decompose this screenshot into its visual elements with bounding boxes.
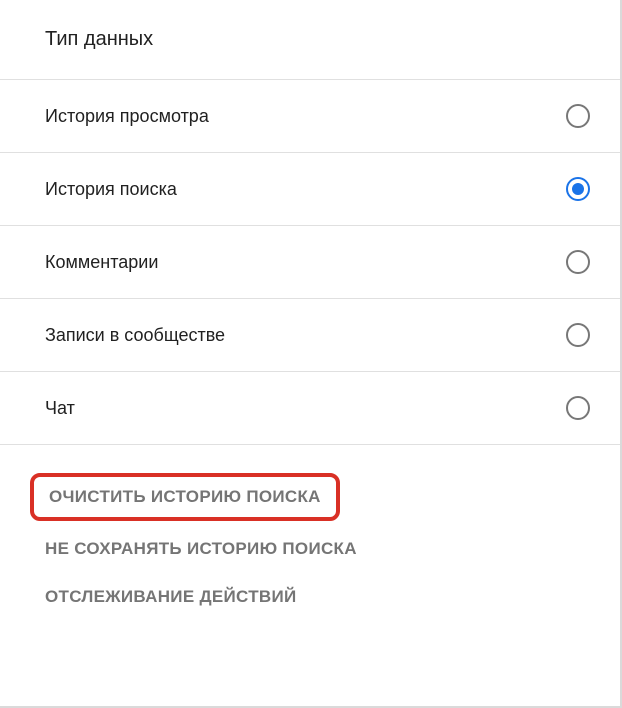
option-search-history[interactable]: История поиска bbox=[0, 153, 620, 226]
option-label: Комментарии bbox=[45, 252, 158, 273]
track-activity-button[interactable]: ОТСЛЕЖИВАНИЕ ДЕЙСТВИЙ bbox=[45, 587, 297, 607]
option-watch-history[interactable]: История просмотра bbox=[0, 80, 620, 153]
option-label: История поиска bbox=[45, 179, 177, 200]
highlight-annotation: ОЧИСТИТЬ ИСТОРИЮ ПОИСКА bbox=[30, 473, 340, 521]
option-chat[interactable]: Чат bbox=[0, 372, 620, 445]
radio-icon[interactable] bbox=[566, 250, 590, 274]
clear-search-history-button[interactable]: ОЧИСТИТЬ ИСТОРИЮ ПОИСКА bbox=[49, 487, 321, 507]
radio-icon[interactable] bbox=[566, 177, 590, 201]
actions-section: ОЧИСТИТЬ ИСТОРИЮ ПОИСКА НЕ СОХРАНЯТЬ ИСТ… bbox=[0, 445, 620, 607]
radio-icon[interactable] bbox=[566, 396, 590, 420]
section-header: Тип данных bbox=[0, 0, 620, 80]
option-label: Чат bbox=[45, 398, 75, 419]
option-community-posts[interactable]: Записи в сообществе bbox=[0, 299, 620, 372]
option-label: Записи в сообществе bbox=[45, 325, 225, 346]
option-comments[interactable]: Комментарии bbox=[0, 226, 620, 299]
pause-search-history-button[interactable]: НЕ СОХРАНЯТЬ ИСТОРИЮ ПОИСКА bbox=[45, 539, 357, 559]
radio-icon[interactable] bbox=[566, 323, 590, 347]
settings-panel: Тип данных История просмотра История пои… bbox=[0, 0, 620, 607]
section-title: Тип данных bbox=[45, 28, 620, 51]
radio-icon[interactable] bbox=[566, 104, 590, 128]
option-label: История просмотра bbox=[45, 106, 209, 127]
